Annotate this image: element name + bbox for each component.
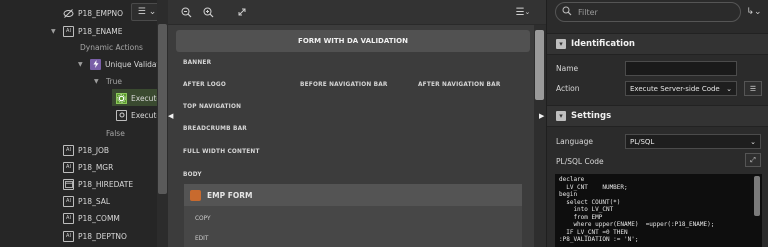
tree-item-label: Dynamic Actions (80, 42, 143, 52)
tree-item-label: P18_EMPNO (78, 8, 124, 18)
tree-item-label: Unique Validati (105, 59, 162, 69)
language-value: PL/SQL (630, 137, 655, 146)
zoom-out-icon[interactable] (180, 6, 192, 18)
tree-item-label: True (106, 76, 122, 86)
chevron-down-icon[interactable]: ▼ (51, 28, 59, 35)
zoom-in-icon[interactable] (202, 6, 214, 18)
language-select[interactable]: PL/SQL ⌄ (625, 134, 761, 149)
page-layout: FORM WITH DA VALIDATION BANNER AFTER LOG… (176, 30, 531, 247)
region-after-logo[interactable]: AFTER LOGO (183, 82, 226, 88)
emp-form-title: EMP FORM (207, 190, 253, 200)
menu-icon: ☰ (515, 6, 525, 18)
region-banner[interactable]: BANNER (183, 60, 211, 66)
tree-item-p18-ename[interactable]: ▼ AI P18_ENAME (51, 24, 123, 38)
component-tree: ☰ ⌄ P18_EMPNO ▼ AI P18_ENAME Dynamic Act… (0, 0, 168, 247)
chevron-down-icon: ⌄ (726, 84, 732, 93)
tree-item-execute-2[interactable]: Execute (116, 108, 161, 122)
tree-item-dynamic-actions[interactable]: Dynamic Actions (80, 40, 143, 54)
action-value: Execute Server-side Code (630, 84, 720, 93)
search-icon (562, 6, 572, 18)
layout-scrollbar-thumb[interactable] (535, 30, 544, 100)
collapse-left-icon[interactable]: ◀ (168, 112, 173, 120)
tree-item-label: P18_JOB (78, 145, 110, 155)
code-scrollbar-thumb[interactable] (754, 176, 760, 216)
tree-item-label: False (106, 128, 125, 138)
tree-item-unique-validation[interactable]: ▼ Unique Validati (78, 57, 162, 71)
collapse-icon[interactable]: ▾ (556, 39, 566, 49)
name-field[interactable] (625, 61, 737, 76)
chevron-down-icon: ⌄ (750, 137, 756, 146)
go-to-group-icon[interactable]: ↳⌄ (745, 4, 763, 20)
property-filter[interactable]: Filter (555, 2, 741, 22)
text-field-icon: AI (63, 212, 74, 224)
tree-item-true[interactable]: ▼ True (94, 74, 122, 88)
region-after-navigation-bar[interactable]: AFTER NAVIGATION BAR (418, 82, 501, 88)
page-title[interactable]: FORM WITH DA VALIDATION (176, 30, 530, 52)
text-field-icon: AI (63, 230, 74, 242)
gear-icon (116, 92, 127, 104)
date-picker-icon (63, 178, 74, 190)
execute-code-icon (116, 109, 127, 121)
section-title: Settings (571, 111, 612, 121)
open-editor-icon: ⤢ (750, 155, 756, 164)
tree-item-p18-empno[interactable]: P18_EMPNO (63, 6, 123, 20)
action-select[interactable]: Execute Server-side Code ⌄ (625, 81, 737, 96)
emp-form-item-edit[interactable]: EDIT (195, 236, 208, 242)
dynamic-action-icon (90, 58, 101, 70)
tree-item-false[interactable]: False (106, 126, 125, 140)
collapse-icon[interactable]: ▾ (556, 111, 566, 121)
text-field-icon: AI (63, 144, 74, 156)
name-label: Name (556, 64, 579, 73)
tree-item-p18-hiredate[interactable]: P18_HIREDATE (63, 177, 133, 191)
text-field-icon: AI (63, 161, 74, 173)
chevron-down-icon: ⌄ (148, 7, 157, 17)
section-title: Identification (571, 39, 635, 49)
filter-placeholder: Filter (578, 7, 598, 17)
collapse-right-icon[interactable]: ▶ (539, 112, 544, 120)
region-before-navigation-bar[interactable]: BEFORE NAVIGATION BAR (300, 82, 388, 88)
language-label: Language (556, 137, 594, 146)
plsql-code-editor[interactable]: declare LV_CNT NUMBER; begin select COUN… (555, 174, 762, 247)
text-field-icon: AI (63, 25, 74, 37)
tree-item-label: P18_SAL (78, 196, 111, 206)
emp-form-header[interactable]: EMP FORM (184, 184, 522, 206)
form-region-icon (190, 189, 201, 201)
code-editor-button[interactable]: ⤢ (745, 153, 761, 167)
layout-menu-button[interactable]: ☰ ⌄ (513, 6, 533, 18)
list-of-values-button[interactable]: ☰ (744, 81, 762, 96)
emp-form-region[interactable]: EMP FORM COPY EDIT (184, 184, 522, 247)
tree-item-p18-job[interactable]: AI P18_JOB (63, 143, 109, 157)
tree-item-label: P18_COMM (78, 213, 120, 223)
tree-item-label: P18_MGR (78, 162, 114, 172)
tree-item-p18-comm[interactable]: AI P18_COMM (63, 211, 120, 225)
section-settings[interactable]: ▾ Settings (547, 105, 768, 127)
tree-item-label: P18_HIREDATE (78, 179, 134, 189)
region-breadcrumb-bar[interactable]: BREADCRUMB BAR (183, 126, 247, 132)
tree-item-execute-1[interactable]: Execute (116, 91, 161, 105)
tree-item-label: P18_DEPTNO (78, 231, 127, 241)
layout-panel: ☰ ⌄ FORM WITH DA VALIDATION BANNER AFTER … (168, 0, 546, 247)
property-editor: Filter ↳⌄ ▾ Identification Name Action E… (546, 0, 768, 247)
list-icon: ☰ (749, 84, 757, 93)
plsql-code-label: PL/SQL Code (556, 157, 604, 166)
chevron-down-icon: ⌄ (524, 8, 531, 16)
region-top-navigation[interactable]: TOP NAVIGATION (183, 104, 241, 110)
tree-item-p18-mgr[interactable]: AI P18_MGR (63, 160, 113, 174)
chevron-down-icon[interactable]: ▼ (94, 78, 102, 85)
tree-item-label: P18_ENAME (78, 26, 123, 36)
text-field-icon: AI (63, 195, 74, 207)
chevron-down-icon[interactable]: ▼ (78, 61, 86, 68)
region-full-width-content[interactable]: FULL WIDTH CONTENT (183, 149, 260, 155)
tree-item-p18-deptno[interactable]: AI P18_DEPTNO (63, 229, 127, 243)
tree-item-p18-sal[interactable]: AI P18_SAL (63, 194, 110, 208)
layout-toolbar: ☰ ⌄ (168, 0, 546, 25)
action-label: Action (556, 84, 580, 93)
expand-icon[interactable] (236, 6, 248, 18)
tree-scrollbar-thumb[interactable] (158, 24, 167, 194)
section-identification[interactable]: ▾ Identification (547, 33, 768, 55)
hidden-item-icon (63, 8, 74, 19)
emp-form-item-copy[interactable]: COPY (195, 216, 211, 222)
region-body[interactable]: BODY (183, 172, 202, 178)
menu-icon: ☰ (137, 7, 146, 17)
